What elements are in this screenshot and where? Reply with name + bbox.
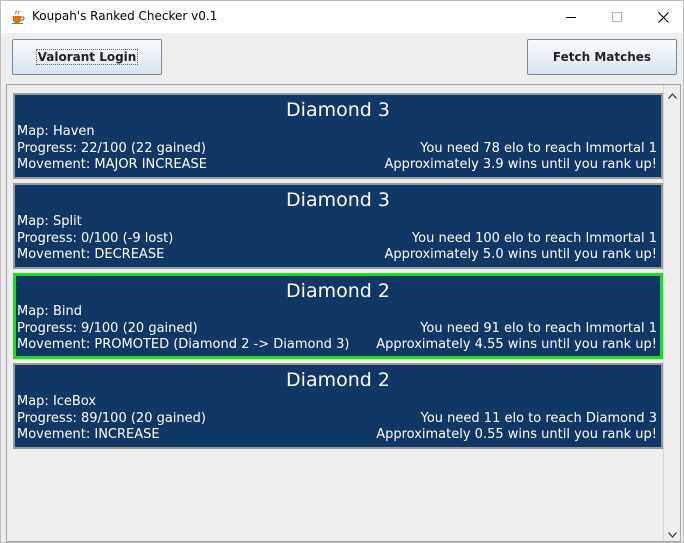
toolbar: Valorant Login Fetch Matches bbox=[1, 33, 683, 83]
match-progress: Progress: 89/100 (20 gained) bbox=[17, 411, 206, 426]
minimize-button[interactable] bbox=[548, 1, 594, 33]
match-wins-until: Approximately 3.9 wins until you rank up… bbox=[384, 157, 657, 172]
match-movement: Movement: INCREASE bbox=[17, 427, 160, 442]
match-list-scroll-pane[interactable]: Diamond 3 Map: Haven Progress: 22/100 (2… bbox=[6, 84, 681, 542]
match-map: Map: Haven bbox=[17, 124, 95, 139]
window-title: Koupah's Ranked Checker v0.1 bbox=[32, 9, 218, 23]
match-map: Map: IceBox bbox=[17, 394, 97, 409]
match-progress: Progress: 22/100 (22 gained) bbox=[17, 141, 206, 156]
fetch-matches-button[interactable]: Fetch Matches bbox=[527, 39, 677, 75]
match-elo-needed: You need 100 elo to reach Immortal 1 bbox=[411, 231, 657, 246]
minimize-icon bbox=[566, 12, 576, 22]
match-rank: Diamond 3 bbox=[286, 99, 390, 121]
match-elo-needed: You need 91 elo to reach Immortal 1 bbox=[420, 321, 657, 336]
match-rank: Diamond 3 bbox=[286, 189, 390, 211]
match-rank: Diamond 2 bbox=[286, 369, 390, 391]
scroll-down-button[interactable] bbox=[665, 525, 680, 540]
match-movement: Movement: PROMOTED (Diamond 2 -> Diamond… bbox=[17, 337, 350, 352]
match-movement: Movement: MAJOR INCREASE bbox=[17, 157, 207, 172]
match-rank: Diamond 2 bbox=[286, 280, 390, 302]
match-card[interactable]: Diamond 3 Map: Haven Progress: 22/100 (2… bbox=[13, 93, 663, 179]
title-bar[interactable]: Koupah's Ranked Checker v0.1 bbox=[1, 1, 683, 33]
match-card-selected[interactable]: Diamond 2 Map: Bind Progress: 9/100 (20 … bbox=[13, 273, 663, 359]
match-card[interactable]: Diamond 3 Map: Split Progress: 0/100 (-9… bbox=[13, 183, 663, 269]
maximize-button[interactable] bbox=[594, 1, 640, 33]
match-wins-until: Approximately 4.55 wins until you rank u… bbox=[376, 337, 657, 352]
java-coffee-cup-icon bbox=[10, 9, 26, 25]
close-button[interactable] bbox=[640, 1, 684, 33]
maximize-icon bbox=[612, 12, 622, 22]
close-icon bbox=[657, 11, 669, 23]
match-elo-needed: You need 11 elo to reach Diamond 3 bbox=[420, 411, 657, 426]
match-wins-until: Approximately 0.55 wins until you rank u… bbox=[376, 427, 657, 442]
scroll-down-arrow-icon bbox=[668, 523, 677, 542]
valorant-login-label: Valorant Login bbox=[35, 49, 139, 65]
match-map: Map: Split bbox=[17, 214, 82, 229]
match-map: Map: Bind bbox=[17, 304, 82, 319]
match-wins-until: Approximately 5.0 wins until you rank up… bbox=[384, 247, 657, 262]
valorant-login-button[interactable]: Valorant Login bbox=[12, 39, 162, 75]
scroll-up-button[interactable] bbox=[665, 86, 680, 101]
match-progress: Progress: 9/100 (20 gained) bbox=[17, 321, 198, 336]
match-movement: Movement: DECREASE bbox=[17, 247, 165, 262]
match-progress: Progress: 0/100 (-9 lost) bbox=[17, 231, 174, 246]
fetch-matches-label: Fetch Matches bbox=[552, 50, 652, 64]
match-list: Diamond 3 Map: Haven Progress: 22/100 (2… bbox=[13, 93, 663, 453]
app-window: Koupah's Ranked Checker v0.1 Valorant Lo… bbox=[0, 0, 684, 543]
scroll-up-arrow-icon bbox=[668, 84, 677, 103]
vertical-scrollbar[interactable] bbox=[663, 85, 680, 541]
match-elo-needed: You need 78 elo to reach Immortal 1 bbox=[420, 141, 657, 156]
match-card[interactable]: Diamond 2 Map: IceBox Progress: 89/100 (… bbox=[13, 363, 663, 449]
